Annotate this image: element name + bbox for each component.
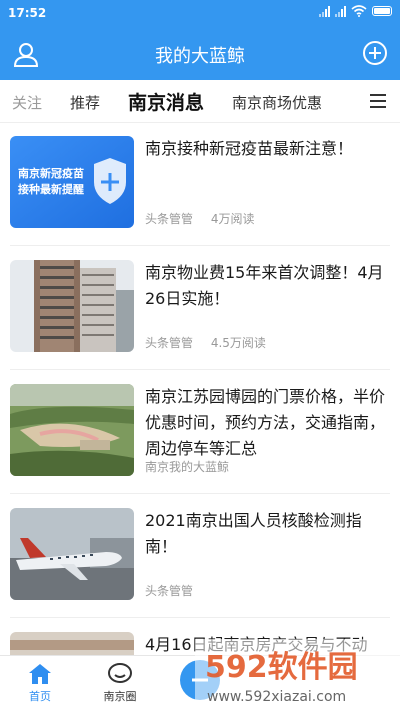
nav-header: 我的大蓝鲸 bbox=[0, 30, 400, 76]
news-meta: 南京我的大蓝鲸 bbox=[145, 458, 243, 475]
plus-icon bbox=[192, 678, 208, 682]
news-title: 南京物业费15年来首次调整！4月26日实施！ bbox=[145, 263, 384, 308]
news-title: 南京江苏园博园的门票价格，半价优惠时间，预约方法，交通指南，周边停车等汇总 bbox=[145, 387, 386, 458]
plus-circle-icon bbox=[363, 41, 387, 65]
page-title: 我的大蓝鲸 bbox=[155, 46, 245, 67]
tab-follow[interactable]: 关注 bbox=[12, 92, 42, 113]
app-header-bar: 17:52 我的大蓝鲸 bbox=[0, 0, 400, 80]
news-meta: 头条管管 bbox=[145, 582, 207, 599]
airplane-thumbnail bbox=[10, 508, 134, 600]
bottom-nav-circle-label: 南京圈 bbox=[103, 690, 137, 703]
bottom-nav-home[interactable]: 首页 bbox=[10, 662, 70, 704]
thumb-caption-line2: 接种最新提醒 bbox=[18, 183, 84, 196]
thumb-caption-line1: 南京新冠疫苗 bbox=[18, 167, 84, 180]
news-meta: 头条管管 4万阅读 bbox=[145, 210, 268, 227]
list-item[interactable]: 4月16日起南京房产交易与不动 bbox=[0, 618, 400, 655]
news-source: 头条管管 bbox=[145, 336, 194, 350]
building-thumbnail bbox=[10, 260, 134, 352]
news-meta: 头条管管 4.5万阅读 bbox=[145, 334, 280, 351]
news-title: 4月16日起南京房产交易与不动 bbox=[145, 635, 368, 654]
post-fab-button[interactable] bbox=[180, 660, 220, 700]
wifi-icon bbox=[351, 5, 367, 17]
tab-recommend[interactable]: 推荐 bbox=[70, 92, 100, 113]
vaccine-thumbnail: 南京新冠疫苗 接种最新提醒 bbox=[10, 136, 134, 228]
tab-nanjing-mall-deals[interactable]: 南京商场优惠 bbox=[232, 92, 322, 113]
list-item[interactable]: 2021南京出国人员核酸检测指南！ 头条管管 bbox=[0, 494, 400, 618]
home-icon bbox=[29, 664, 51, 684]
news-title: 南京接种新冠疫苗最新注意！ bbox=[145, 139, 354, 158]
status-icons bbox=[319, 5, 392, 17]
bottom-nav-nanjing-circle[interactable]: 南京圈 bbox=[90, 662, 150, 704]
tab-nanjing-news[interactable]: 南京消息 bbox=[128, 88, 204, 115]
chat-bubble-icon bbox=[108, 663, 132, 683]
housing-thumbnail bbox=[10, 632, 134, 655]
status-bar: 17:52 bbox=[0, 0, 400, 26]
add-button[interactable] bbox=[362, 40, 388, 66]
battery-icon bbox=[372, 6, 392, 16]
news-source: 南京我的大蓝鲸 bbox=[145, 460, 230, 474]
garden-expo-thumbnail bbox=[10, 384, 134, 476]
news-feed: 南京新冠疫苗 接种最新提醒 南京接种新冠疫苗最新注意！ 头条管管 4万阅读 南京… bbox=[0, 122, 400, 655]
menu-icon bbox=[370, 94, 386, 96]
bottom-nav-home-label: 首页 bbox=[29, 690, 51, 703]
list-item[interactable]: 南京江苏园博园的门票价格，半价优惠时间，预约方法，交通指南，周边停车等汇总 南京… bbox=[0, 370, 400, 494]
list-item[interactable]: 南京新冠疫苗 接种最新提醒 南京接种新冠疫苗最新注意！ 头条管管 4万阅读 bbox=[0, 122, 400, 246]
list-item[interactable]: 南京物业费15年来首次调整！4月26日实施！ 头条管管 4.5万阅读 bbox=[0, 246, 400, 370]
news-title: 2021南京出国人员核酸检测指南！ bbox=[145, 511, 362, 556]
category-tabs: 关注 推荐 南京消息 南京商场优惠 bbox=[0, 80, 400, 123]
tab-menu-button[interactable] bbox=[370, 94, 386, 108]
news-read-count: 4万阅读 bbox=[210, 212, 255, 226]
signal-icon bbox=[319, 5, 330, 17]
signal-icon-2 bbox=[335, 5, 346, 17]
news-read-count: 4.5万阅读 bbox=[210, 336, 266, 350]
status-time: 17:52 bbox=[8, 6, 47, 20]
news-source: 头条管管 bbox=[145, 584, 194, 598]
news-source: 头条管管 bbox=[145, 212, 194, 226]
